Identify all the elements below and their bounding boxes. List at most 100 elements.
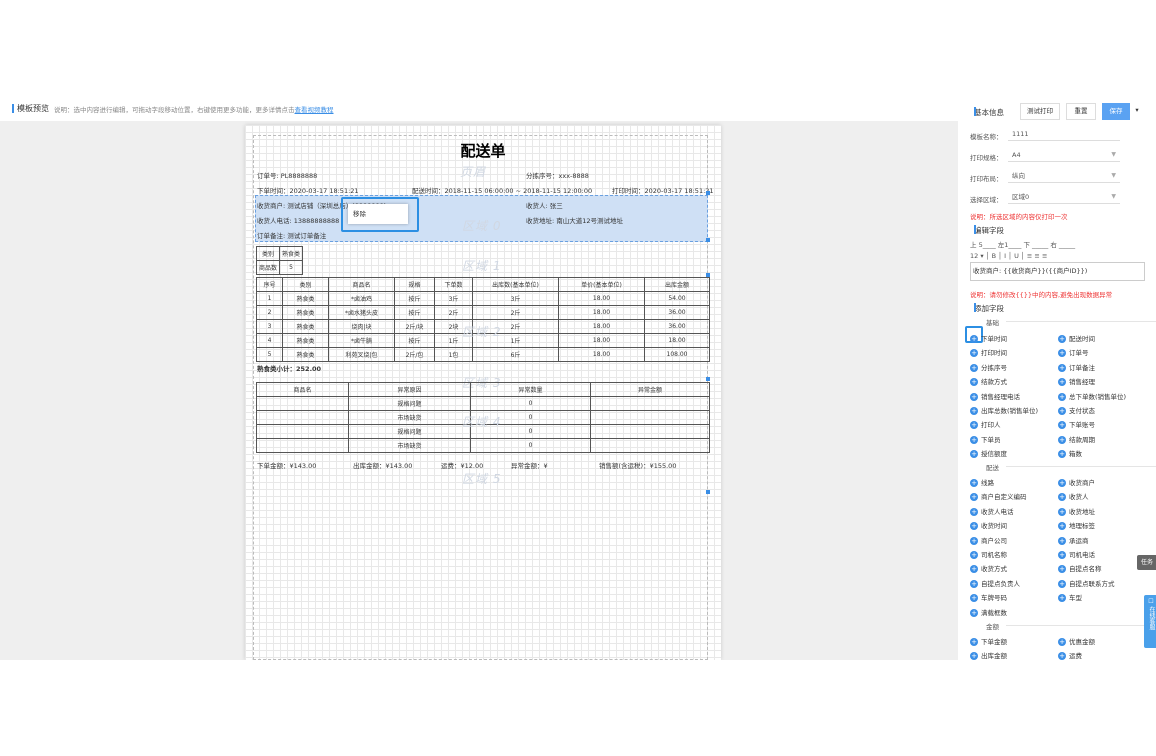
add-field-item[interactable]: + 地理标签 <box>1058 520 1095 531</box>
add-field-item[interactable]: + 车牌号码 <box>970 592 1007 603</box>
add-field-item[interactable]: + 总下单数(销售单位) <box>1058 391 1126 401</box>
print-paper[interactable]: 页眉 配送单 订单号: PL8888888 分拣序号：xxx-8888 下单时间… <box>245 125 721 660</box>
add-field-label: 总下单数(销售单位) <box>1069 392 1127 401</box>
add-field-item[interactable]: + 商户公司 <box>970 535 1007 545</box>
table-header-cell: 熟食类 <box>279 246 304 261</box>
freight-field[interactable]: 运费：¥12.00 <box>441 460 483 470</box>
add-field-item[interactable]: + 出库总数(销售单位) <box>970 405 1038 415</box>
add-field-item[interactable]: + 箱数 <box>1058 448 1082 459</box>
add-field-item[interactable]: + 销售经理 <box>1058 376 1095 387</box>
items-table[interactable]: 序号 类别 商品名 规格 下单数 出库数(基本单位) 单价(基本单位) 出库金额… <box>256 277 710 362</box>
add-field-item[interactable]: + 支付状态 <box>1058 405 1095 415</box>
print-layout-select[interactable]: 纵向 ▼ <box>1008 170 1120 183</box>
margin-inputs[interactable]: 上 5____ 左1____ 下 _____ 右 _____ <box>970 239 1075 249</box>
section-marker <box>974 303 976 312</box>
add-field-item[interactable]: + 下单员 <box>970 434 1001 444</box>
subtotal-field[interactable]: 熟食类小计：252.00 <box>257 363 321 373</box>
table-header-cell: 异常金额 <box>590 382 710 397</box>
order-time-field[interactable]: 下单时间：2020-03-17 18:51:21 <box>257 185 359 195</box>
add-field-item[interactable]: + 打印人 <box>970 419 1001 430</box>
add-field-label: 收货方式 <box>981 565 1007 574</box>
add-field-item[interactable]: + 满载框数 <box>970 607 1007 617</box>
video-tutorial-link[interactable]: 查看视频教程 <box>295 106 334 114</box>
test-print-button[interactable]: 测试打印 <box>1020 103 1060 120</box>
add-field-item[interactable]: + 配送时间 <box>1058 333 1095 343</box>
task-button[interactable]: 任务 <box>1137 555 1156 570</box>
add-field-item[interactable]: + 运费 <box>1058 650 1082 660</box>
plus-icon: + <box>970 638 978 646</box>
select-area-select[interactable]: 区域0 ▼ <box>1008 191 1120 204</box>
order-amount-field[interactable]: 下单金额：¥143.00 <box>257 460 316 470</box>
order-remark-field[interactable]: 订单备注: 测试订单备注 <box>257 230 326 240</box>
add-field-item[interactable]: + 下单账号 <box>1058 419 1095 430</box>
add-field-item[interactable]: + 订单备注 <box>1058 362 1095 372</box>
add-field-label: 运费 <box>1069 652 1082 660</box>
basic-info-heading: 基本信息 <box>968 107 1004 118</box>
text-format-toolbar[interactable]: 12 ▾ │ B │ I │ U │ ≡ ≡ ≡ <box>970 252 1047 260</box>
add-field-item[interactable]: + 销售经理电话 <box>970 391 1020 401</box>
add-field-item[interactable]: + 优惠金额 <box>1058 636 1095 646</box>
add-field-item[interactable]: + 下单时间 <box>970 333 1007 343</box>
add-field-item[interactable]: + 自提点负责人 <box>970 578 1020 588</box>
remove-menu-item[interactable]: 移除 <box>353 210 366 218</box>
field-text-area[interactable]: 收货商户: {{收货商户}}({{商户ID}}) <box>970 262 1145 281</box>
template-name-input[interactable]: 1111 <box>1008 128 1120 141</box>
sort-no-field[interactable]: 分拣序号：xxx-8888 <box>526 170 589 180</box>
add-field-item[interactable]: + 司机电话 <box>1058 549 1095 559</box>
plus-icon: + <box>1058 435 1066 444</box>
add-field-item[interactable]: + 司机名称 <box>970 549 1007 559</box>
delivery-time-field[interactable]: 配送时间：2018-11-15 06:00:00 ~ 2018-11-15 12… <box>412 185 592 195</box>
add-field-label: 配送时间 <box>1069 335 1095 343</box>
add-field-item[interactable]: + 车型 <box>1058 592 1082 603</box>
resize-handle[interactable] <box>706 490 710 494</box>
add-field-item[interactable]: + 出库金额 <box>970 650 1007 660</box>
print-time-field[interactable]: 打印时间：2020-03-17 18:51:21 <box>612 185 714 195</box>
add-field-item[interactable]: + 订单号 <box>1058 347 1089 358</box>
add-field-item[interactable]: + 收货方式 <box>970 563 1007 574</box>
sales-amount-field[interactable]: 销售额(含运税)：¥155.00 <box>599 460 676 470</box>
category-summary-table[interactable]: 类别 熟食类 商品数 5 <box>255 246 304 275</box>
table-cell: 2 <box>256 305 283 320</box>
resize-handle[interactable] <box>706 377 710 381</box>
save-dropdown-button[interactable]: ▾ <box>1130 103 1144 120</box>
table-cell: 熟食类 <box>282 291 329 306</box>
online-service-button[interactable]: ☐ 在线客服 <box>1144 595 1156 648</box>
outbound-amount-field[interactable]: 出库金额：¥143.00 <box>353 460 412 470</box>
reset-button[interactable]: 重置 <box>1066 103 1096 120</box>
add-field-item[interactable]: + 结款方式 <box>970 376 1007 387</box>
table-header-cell: 序号 <box>256 277 283 292</box>
add-field-item[interactable]: + 收货人 <box>1058 491 1089 502</box>
add-field-item[interactable]: + 自提点联系方式 <box>1058 578 1115 588</box>
add-field-item[interactable]: + 收货商户 <box>1058 477 1095 487</box>
add-field-item[interactable]: + 收货地址 <box>1058 506 1095 516</box>
add-field-label: 销售经理 <box>1069 378 1095 387</box>
add-field-item[interactable]: + 收货时间 <box>970 520 1007 531</box>
order-no-field[interactable]: 订单号: PL8888888 <box>257 170 317 180</box>
add-field-item[interactable]: + 收货人电话 <box>970 506 1014 516</box>
print-spec-value: A4 <box>1012 151 1021 159</box>
add-field-label: 出库总数(销售单位) <box>981 407 1039 415</box>
add-field-item[interactable]: + 自提点名称 <box>1058 563 1102 574</box>
add-field-item[interactable]: + 授信额度 <box>970 448 1007 459</box>
plus-icon: + <box>970 349 978 358</box>
add-field-item[interactable]: + 打印时间 <box>970 347 1007 358</box>
add-field-item[interactable]: + 承运商 <box>1058 535 1089 545</box>
section-marker <box>974 107 976 116</box>
add-field-item[interactable]: + 分拣序号 <box>970 362 1007 372</box>
resize-handle[interactable] <box>706 191 710 195</box>
add-field-item[interactable]: + 下单金额 <box>970 636 1007 646</box>
document-title[interactable]: 配送单 <box>245 140 721 161</box>
table-header-cell: 商品名 <box>256 382 349 397</box>
receiver-field[interactable]: 收货人: 张三 <box>526 200 563 210</box>
abnormal-amount-field[interactable]: 异常金额：¥ <box>511 460 548 470</box>
receiver-phone-field[interactable]: 收货人电话: 13888888888 <box>257 215 339 225</box>
add-field-item[interactable]: + 线路 <box>970 477 994 487</box>
plus-icon: + <box>1058 450 1066 459</box>
add-field-item[interactable]: + 结款周期 <box>1058 434 1095 444</box>
save-button[interactable]: 保存 <box>1102 103 1130 120</box>
print-spec-select[interactable]: A4 ▼ <box>1008 149 1120 162</box>
add-field-label: 收货时间 <box>981 522 1007 531</box>
receiver-address-field[interactable]: 收货地址: 南山大道12号测试地址 <box>526 215 623 225</box>
resize-handle[interactable] <box>706 238 710 242</box>
add-field-item[interactable]: + 商户自定义编码 <box>970 491 1027 502</box>
